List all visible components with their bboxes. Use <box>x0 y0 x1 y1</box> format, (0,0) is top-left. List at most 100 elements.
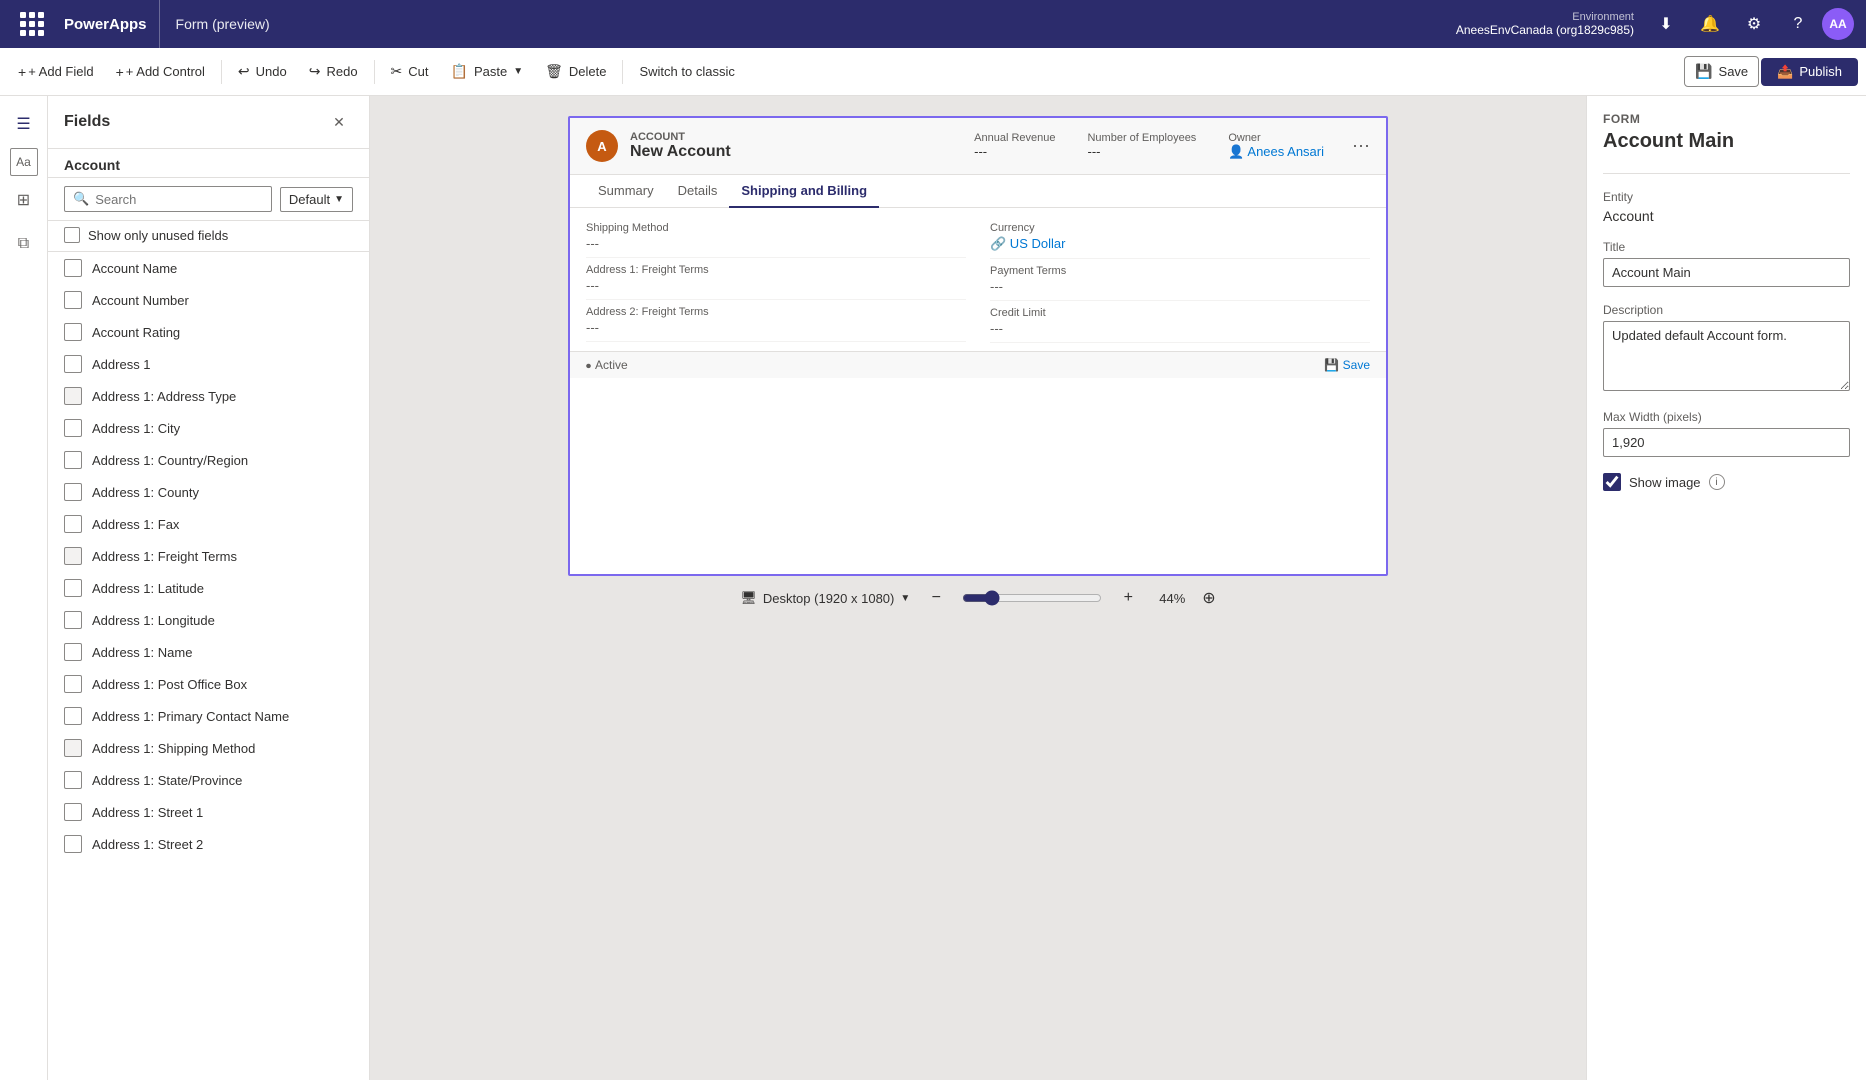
field-grid-icon <box>64 643 82 661</box>
show-unused-label[interactable]: Show only unused fields <box>88 228 228 243</box>
app-logo[interactable]: PowerApps <box>52 0 160 48</box>
field-item[interactable]: Address 1: Street 1 <box>48 796 369 828</box>
tab-summary[interactable]: Summary <box>586 175 666 208</box>
owner-value[interactable]: 👤 Anees Ansari <box>1228 144 1324 160</box>
field-grid-icon <box>64 419 82 437</box>
field-label: Address 1: Country/Region <box>92 453 248 468</box>
form-save-link[interactable]: 💾 Save <box>1324 358 1370 372</box>
form-field-credit-limit: Credit Limit --- <box>990 301 1370 343</box>
help-icon[interactable]: ? <box>1778 4 1818 44</box>
currency-label: Currency <box>990 222 1370 234</box>
download-icon[interactable]: ⬇ <box>1646 4 1686 44</box>
nav-layers-icon[interactable]: ⧉ <box>4 224 44 264</box>
publish-icon: 📤 <box>1777 64 1793 80</box>
avatar[interactable]: AA <box>1822 8 1854 40</box>
field-item[interactable]: Address 1: Country/Region <box>48 444 369 476</box>
field-label: Account Rating <box>92 325 180 340</box>
nav-components-icon[interactable]: ⊞ <box>4 180 44 220</box>
toolbar-sep-1 <box>221 60 222 84</box>
fit-to-screen-icon[interactable]: ⊕ <box>1202 588 1215 608</box>
field-item[interactable]: Address 1: Post Office Box <box>48 668 369 700</box>
field-grid-icon <box>64 579 82 597</box>
field-label: Address 1: County <box>92 485 199 500</box>
waffle-menu[interactable] <box>12 0 52 48</box>
undo-button[interactable]: ↩ Undo <box>228 57 297 86</box>
switch-classic-button[interactable]: Switch to classic <box>629 58 744 85</box>
field-item[interactable]: Address 1: City <box>48 412 369 444</box>
max-width-prop-input[interactable] <box>1603 428 1850 457</box>
plus-icon2: + <box>116 64 124 80</box>
canvas-area[interactable]: A ACCOUNT New Account Annual Revenue ---… <box>370 96 1586 1080</box>
field-item[interactable]: Address 1: State/Province <box>48 764 369 796</box>
show-image-checkbox[interactable] <box>1603 473 1621 491</box>
search-input[interactable] <box>95 192 263 207</box>
paste-icon: 📋 <box>451 63 468 80</box>
toolbar-sep-3 <box>622 60 623 84</box>
zoom-slider[interactable] <box>962 590 1102 606</box>
show-image-label: Show image <box>1629 475 1701 490</box>
field-item[interactable]: Address 1: Address Type <box>48 380 369 412</box>
header-field-revenue: Annual Revenue --- <box>974 132 1055 160</box>
search-box: 🔍 <box>64 186 272 212</box>
chevron-down-icon: ▼ <box>334 194 344 205</box>
save-label: Save <box>1719 64 1749 79</box>
paste-button[interactable]: 📋 Paste ▼ <box>441 57 534 86</box>
redo-label: Redo <box>326 64 357 79</box>
fields-entity: Account <box>48 149 369 178</box>
field-item[interactable]: Account Number <box>48 284 369 316</box>
field-item[interactable]: Address 1: Name <box>48 636 369 668</box>
form-left-column: Shipping Method --- Address 1: Freight T… <box>586 216 966 343</box>
zoom-out-button[interactable]: − <box>922 584 950 612</box>
settings-icon[interactable]: ⚙ <box>1734 4 1774 44</box>
desktop-selector[interactable]: 🖥 Desktop (1920 x 1080) ▼ <box>740 590 910 606</box>
freight-terms-2-label: Address 2: Freight Terms <box>586 306 966 318</box>
shipping-method-label: Shipping Method <box>586 222 966 234</box>
add-control-button[interactable]: + + Add Control <box>106 58 215 86</box>
field-item[interactable]: Account Name <box>48 252 369 284</box>
field-item[interactable]: Address 1: Shipping Method <box>48 732 369 764</box>
publish-button[interactable]: 📤 Publish <box>1761 58 1858 86</box>
title-prop-input[interactable] <box>1603 258 1850 287</box>
default-dropdown[interactable]: Default ▼ <box>280 187 353 212</box>
form-field-freight-terms-1: Address 1: Freight Terms --- <box>586 258 966 300</box>
field-item[interactable]: Address 1: Latitude <box>48 572 369 604</box>
zoom-in-button[interactable]: + <box>1114 584 1142 612</box>
show-image-info-icon[interactable]: i <box>1709 474 1725 490</box>
delete-button[interactable]: 🗑 Delete <box>535 57 616 86</box>
field-item[interactable]: Address 1: Primary Contact Name <box>48 700 369 732</box>
field-label: Address 1: Longitude <box>92 613 215 628</box>
left-nav: ☰ Aa ⊞ ⧉ <box>0 96 48 1080</box>
form-header-expand-icon[interactable]: ⋯ <box>1352 136 1370 157</box>
bell-icon[interactable]: 🔔 <box>1690 4 1730 44</box>
form-record-avatar: A <box>586 130 618 162</box>
field-item[interactable]: Address 1: Fax <box>48 508 369 540</box>
description-prop-textarea[interactable]: Updated default Account form. <box>1603 321 1850 391</box>
field-item[interactable]: Address 1 <box>48 348 369 380</box>
nav-menu-icon[interactable]: ☰ <box>4 104 44 144</box>
form-tabs: Summary Details Shipping and Billing <box>570 175 1386 208</box>
tab-shipping-billing[interactable]: Shipping and Billing <box>729 175 879 208</box>
fields-close-button[interactable]: ✕ <box>325 108 353 136</box>
show-unused-checkbox[interactable] <box>64 227 80 243</box>
field-item[interactable]: Address 1: Longitude <box>48 604 369 636</box>
field-item[interactable]: Address 1: Street 2 <box>48 828 369 860</box>
num-employees-label: Number of Employees <box>1087 132 1196 144</box>
save-button[interactable]: 💾 Save <box>1684 56 1759 87</box>
nav-fields-icon[interactable]: Aa <box>10 148 38 176</box>
field-grid-icon <box>64 451 82 469</box>
paste-dropdown-icon[interactable]: ▼ <box>513 66 523 77</box>
field-grid-icon <box>64 803 82 821</box>
chevron-down-icon-desktop: ▼ <box>900 593 910 604</box>
cut-button[interactable]: ✂ Cut <box>381 57 439 86</box>
currency-value[interactable]: 🔗 US Dollar <box>990 236 1370 252</box>
field-label: Account Number <box>92 293 189 308</box>
unused-row: Show only unused fields <box>48 221 369 252</box>
owner-label: Owner <box>1228 132 1324 144</box>
tab-details[interactable]: Details <box>666 175 730 208</box>
add-field-button[interactable]: + + Add Field <box>8 58 104 86</box>
field-item[interactable]: Account Rating <box>48 316 369 348</box>
field-item[interactable]: Address 1: Freight Terms <box>48 540 369 572</box>
field-item[interactable]: Address 1: County <box>48 476 369 508</box>
redo-button[interactable]: ↪ Redo <box>299 57 368 86</box>
form-footer: ⏺Active 💾 Save <box>570 351 1386 378</box>
